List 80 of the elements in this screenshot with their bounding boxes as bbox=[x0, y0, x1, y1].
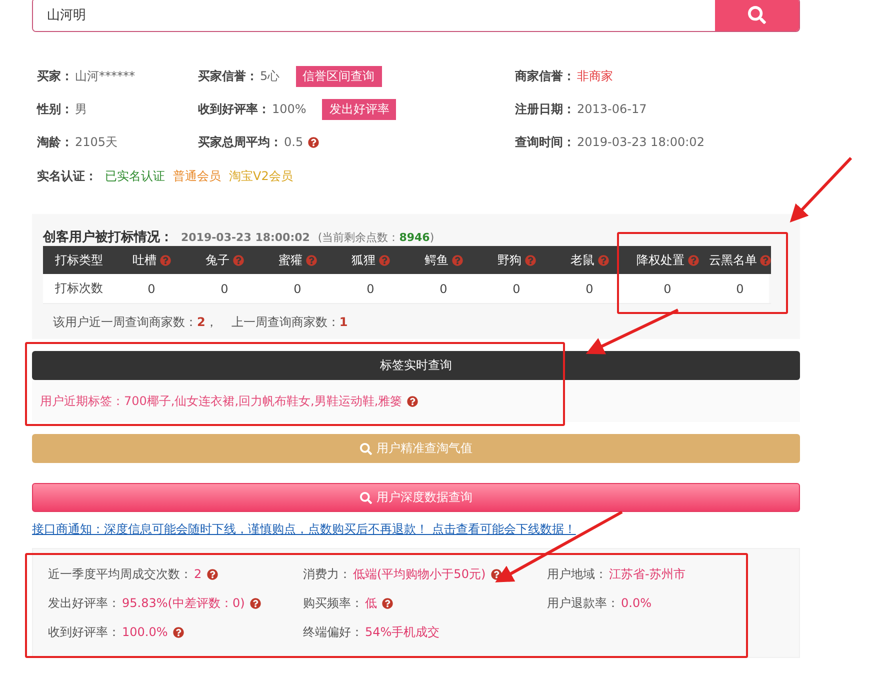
help-icon[interactable] bbox=[172, 626, 184, 638]
stat-label: 用户退款率： bbox=[547, 594, 619, 612]
stat-value: 100.0% bbox=[122, 625, 168, 639]
field-label: 商家信誉： bbox=[515, 68, 575, 84]
column-header: 狐狸 bbox=[352, 252, 376, 268]
field-value: 2019-03-23 18:00:02 bbox=[577, 135, 704, 149]
stat-label: 终端偏好： bbox=[303, 624, 363, 640]
column-header: 蜜獾 bbox=[278, 252, 302, 268]
notice-link[interactable]: 接口商通知：深度信息可能会随时下线，谨慎购点，点数购买后不再退款！ 点击查看可能会下线数据！ bbox=[32, 521, 800, 538]
table-cell: 打标次数 bbox=[43, 274, 115, 304]
field-label: 买家： bbox=[37, 68, 73, 84]
field-value: 100% bbox=[272, 102, 306, 116]
remaining-points: (当前剩余点数：8946) bbox=[318, 230, 434, 245]
timestamp: 2019-03-23 18:00:02 bbox=[181, 231, 310, 244]
field-label: 淘龄： bbox=[37, 134, 73, 150]
query-count: 该用户近一周查询商家数：2， bbox=[53, 314, 218, 331]
table-cell: 0 bbox=[407, 274, 480, 304]
annotation-arrow bbox=[790, 156, 852, 223]
stat-value: 54%手机成交 bbox=[365, 624, 440, 640]
field-value: 男 bbox=[75, 100, 87, 118]
search-icon bbox=[360, 492, 372, 504]
column-header: 打标类型 bbox=[55, 252, 103, 268]
column-header: 老鼠 bbox=[570, 252, 594, 268]
tag-query-button[interactable]: 标签实时查询 bbox=[32, 351, 800, 380]
stat-value: 2 bbox=[194, 567, 202, 581]
field-label: 买家信誉： bbox=[198, 68, 258, 84]
stat-value: 江苏省-苏州市 bbox=[609, 566, 686, 582]
stat-value: 0.0% bbox=[621, 596, 652, 610]
verification-tag: 已实名认证 bbox=[105, 168, 165, 184]
table-cell: 0 bbox=[188, 274, 261, 304]
help-icon[interactable] bbox=[308, 136, 320, 148]
table-cell: 0 bbox=[115, 274, 188, 304]
field-value: 2013-06-17 bbox=[577, 102, 647, 116]
search-icon bbox=[360, 442, 372, 454]
recent-tags: 用户近期标签：700椰子,仙女连衣裙,回力帆布鞋女,男鞋运动鞋,雅篓 bbox=[40, 392, 402, 410]
search-icon bbox=[748, 6, 766, 24]
stat-label: 收到好评率： bbox=[48, 624, 120, 640]
table-cell: 0 bbox=[480, 274, 553, 304]
stat-value: 低端(平均购物小于50元) bbox=[353, 566, 486, 582]
help-icon[interactable] bbox=[250, 598, 261, 608]
field-label: 实名认证： bbox=[37, 168, 97, 184]
stat-label: 发出好评率： bbox=[48, 594, 120, 612]
column-header: 吐槽 bbox=[132, 252, 156, 268]
stat-value: 95.83%(中差评数：0) bbox=[122, 594, 245, 612]
help-icon[interactable] bbox=[407, 396, 418, 406]
column-header: 兔子 bbox=[206, 252, 230, 268]
table-cell: 0 bbox=[553, 274, 626, 304]
field-value: 2105天 bbox=[75, 134, 118, 150]
stat-label: 消费力： bbox=[303, 566, 351, 582]
field-label: 注册日期： bbox=[515, 100, 575, 118]
help-icon[interactable] bbox=[382, 598, 393, 608]
field-label: 收到好评率： bbox=[198, 100, 270, 118]
query-button[interactable]: 信誉区间查询 bbox=[296, 66, 382, 86]
stat-label: 近一季度平均周成交次数： bbox=[48, 566, 192, 582]
table-cell: 0 bbox=[626, 274, 709, 304]
field-value: 非商家 bbox=[577, 68, 613, 84]
field-value: 5心 bbox=[260, 68, 280, 84]
query-count: 上一周查询商家数：1 bbox=[231, 314, 348, 331]
field-label: 买家总周平均： bbox=[198, 134, 282, 150]
field-value: 0.5 bbox=[284, 135, 304, 149]
section-title: 创客用户被打标情况： bbox=[43, 228, 173, 246]
table-cell: 0 bbox=[261, 274, 334, 304]
column-header: 鳄鱼 bbox=[424, 252, 448, 268]
stat-label: 购买频率： bbox=[303, 594, 363, 612]
table-cell: 0 bbox=[709, 274, 771, 304]
column-header: 降权处置 bbox=[636, 252, 684, 268]
help-icon[interactable] bbox=[490, 568, 502, 580]
field-label: 性别： bbox=[37, 100, 73, 118]
stat-label: 用户地域： bbox=[547, 566, 607, 582]
search-button[interactable] bbox=[715, 0, 799, 31]
help-icon[interactable] bbox=[206, 568, 218, 580]
stat-value: 低 bbox=[365, 594, 377, 612]
column-header: 云黑名单 bbox=[709, 252, 757, 268]
verification-tag: 淘宝V2会员 bbox=[229, 168, 293, 184]
column-header: 野狗 bbox=[498, 252, 522, 268]
field-label: 查询时间： bbox=[515, 134, 575, 150]
table-cell: 0 bbox=[334, 274, 407, 304]
field-value: 山河****** bbox=[75, 68, 135, 84]
verification-tag: 普通会员 bbox=[173, 168, 221, 184]
query-button[interactable]: 发出好评率 bbox=[322, 98, 396, 120]
